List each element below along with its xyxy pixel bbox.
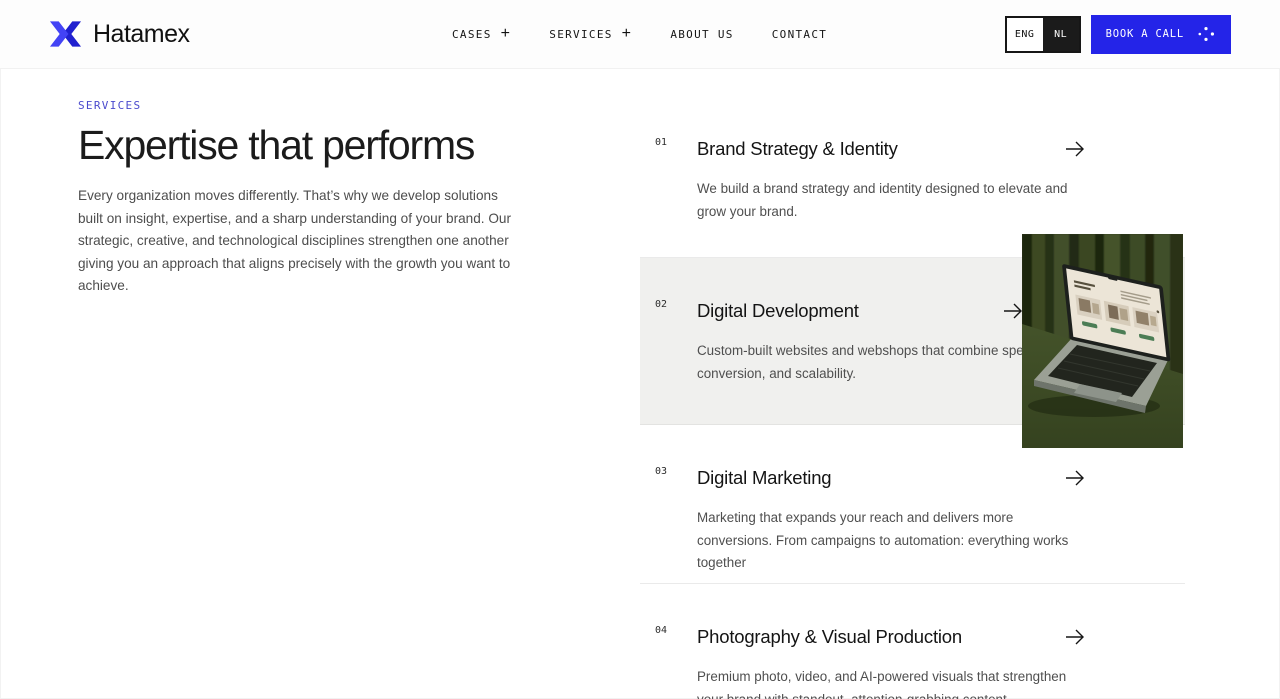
arrow-right-icon[interactable]: [1065, 470, 1085, 486]
plus-icon: +: [622, 26, 633, 42]
cta-label: BOOK A CALL: [1106, 28, 1184, 40]
section-eyebrow: SERVICES: [78, 99, 533, 112]
service-row-photography[interactable]: 04 Photography & Visual Production Premi…: [640, 584, 1185, 699]
service-number: 02: [655, 299, 667, 310]
lang-option-nl[interactable]: NL: [1043, 18, 1079, 51]
page-title: Expertise that performs: [78, 123, 533, 168]
service-title: Brand Strategy & Identity: [697, 138, 898, 160]
service-description: Premium photo, video, and AI-powered vis…: [697, 666, 1085, 699]
arrow-right-icon[interactable]: [1003, 303, 1023, 319]
main-nav: CASES + SERVICES + ABOUT US CONTACT: [452, 0, 827, 69]
nav-label: SERVICES: [549, 28, 612, 41]
nav-item-contact[interactable]: CONTACT: [772, 28, 827, 41]
plus-icon: +: [501, 26, 512, 42]
nav-label: ABOUT US: [670, 28, 733, 41]
service-number: 04: [655, 625, 667, 636]
service-row-digital-marketing[interactable]: 03 Digital Marketing Marketing that expa…: [640, 425, 1185, 584]
header: Hatamex CASES + SERVICES + ABOUT US CONT…: [0, 0, 1280, 69]
header-right: ENG NL BOOK A CALL: [1005, 15, 1231, 54]
service-number: 03: [655, 466, 667, 477]
logo-text: Hatamex: [93, 20, 190, 49]
logo[interactable]: Hatamex: [49, 20, 190, 49]
nav-item-about-us[interactable]: ABOUT US: [670, 28, 733, 41]
service-number: 01: [655, 137, 667, 148]
book-a-call-button[interactable]: BOOK A CALL: [1091, 15, 1231, 54]
service-title: Digital Development: [697, 300, 859, 322]
page: Hatamex CASES + SERVICES + ABOUT US CONT…: [0, 0, 1280, 699]
hero-description: Every organization moves differently. Th…: [78, 185, 526, 298]
lang-option-eng[interactable]: ENG: [1007, 18, 1043, 51]
dotted-arrow-icon: [1197, 25, 1216, 43]
hero-section: SERVICES Expertise that performs Every o…: [78, 99, 533, 298]
service-title: Photography & Visual Production: [697, 626, 962, 648]
arrow-right-icon[interactable]: [1065, 141, 1085, 157]
service-description: Marketing that expands your reach and de…: [697, 507, 1085, 575]
nav-item-services[interactable]: SERVICES +: [549, 28, 632, 42]
nav-label: CONTACT: [772, 28, 827, 41]
service-preview-image: [1022, 234, 1183, 448]
logo-icon: [49, 21, 82, 47]
service-title: Digital Marketing: [697, 467, 831, 489]
service-description: We build a brand strategy and identity d…: [697, 178, 1085, 223]
arrow-right-icon[interactable]: [1065, 629, 1085, 645]
language-switcher: ENG NL: [1005, 16, 1081, 53]
nav-item-cases[interactable]: CASES +: [452, 28, 511, 42]
nav-label: CASES: [452, 28, 492, 41]
